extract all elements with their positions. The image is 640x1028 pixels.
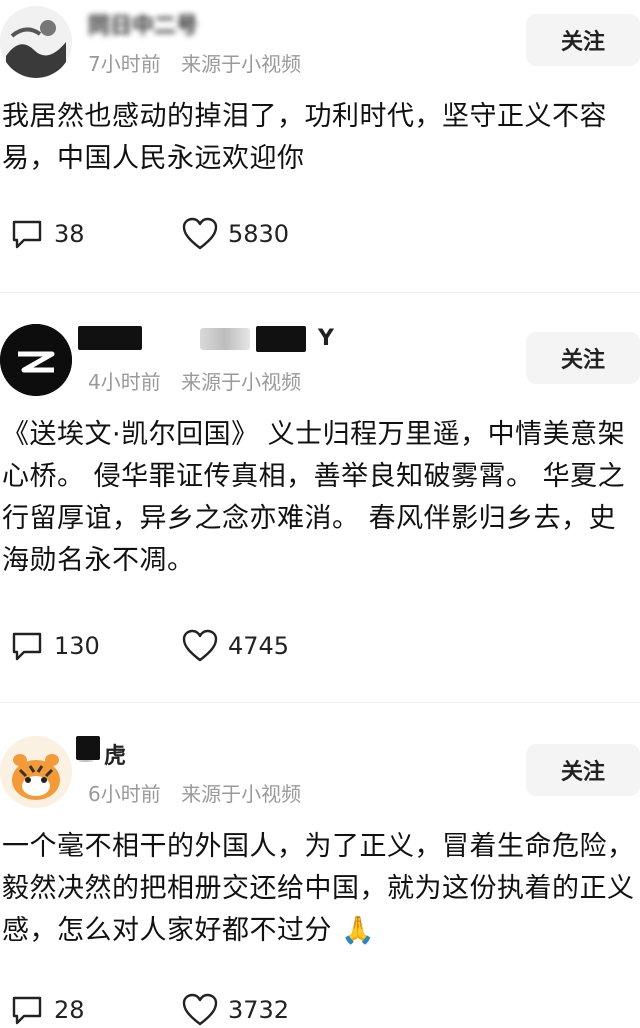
divider [0,292,640,293]
heart-icon [182,217,218,250]
like-button[interactable]: 4745 [182,628,289,664]
like-count: 4745 [228,632,290,660]
comment-text: 我居然也感动的掉泪了，功利时代，坚守正义不容易，中国人民永远欢迎你 [2,101,607,174]
post-meta: 4小时前 来源于小视频 [88,366,301,395]
comment-actions: 130 4745 [10,628,410,664]
divider [0,702,640,703]
comment-icon [12,996,42,1025]
comment-text: 《送埃文·凯尔回国》 义士归程万里遥，中情美意架心桥。 侵华罪证传真相，善举良知… [2,419,626,576]
follow-button[interactable]: 关注 [526,744,640,796]
comment-item: 同日中二号 7小时前 来源于小视频 关注 我居然也感动的掉泪了，功利时代，坚守正… [0,0,640,290]
like-count: 5830 [228,220,290,248]
follow-button[interactable]: 关注 [526,332,640,384]
comment-actions: 38 5830 [10,216,410,252]
post-source: 来源于小视频 [181,52,302,76]
comment-icon [12,220,42,249]
comment-count: 38 [54,220,85,248]
comment-item: Y 4小时前 来源于小视频 关注 《送埃文·凯尔回国》 义士归程万里遥，中情美意… [0,318,640,698]
follow-button[interactable]: 关注 [526,14,640,66]
post-time: 7小时前 [88,52,161,76]
avatar[interactable] [0,324,72,396]
comment-text: 一个毫不相干的外国人，为了正义，冒着生命危险，毅然决然的把相册交还给中国，就为这… [2,831,635,946]
redaction-mark [256,326,306,352]
comment-count: 130 [54,632,100,660]
heart-icon [182,629,218,662]
redaction-mark [200,328,250,350]
post-time: 4小时前 [88,370,161,394]
reply-button[interactable]: 130 [10,628,100,664]
like-button[interactable]: 5830 [182,216,289,252]
redaction-mark [78,326,142,350]
post-source: 来源于小视频 [181,782,302,806]
post-time: 6小时前 [88,782,161,806]
like-count: 3732 [228,996,290,1024]
heart-icon [182,993,218,1026]
comment-count: 28 [54,996,85,1024]
redaction-mark [76,736,100,760]
avatar[interactable] [0,736,72,808]
comment-feed: 同日中二号 7小时前 来源于小视频 关注 我居然也感动的掉泪了，功利时代，坚守正… [0,0,640,1026]
comment-icon [12,632,42,661]
post-source: 来源于小视频 [181,370,302,394]
comment-item: 虎 6小时前 来源于小视频 关注 一个毫不相干的外国人，为了正义，冒着生命危险，… [0,730,640,1026]
post-meta: 7小时前 来源于小视频 [88,48,301,77]
avatar[interactable] [0,6,72,78]
author-name[interactable]: Y [318,326,334,352]
reply-button[interactable]: 38 [10,216,85,252]
author-name[interactable]: 虎 [104,738,126,769]
author-name[interactable]: 同日中二号 [88,8,198,39]
post-meta: 6小时前 来源于小视频 [88,778,301,807]
